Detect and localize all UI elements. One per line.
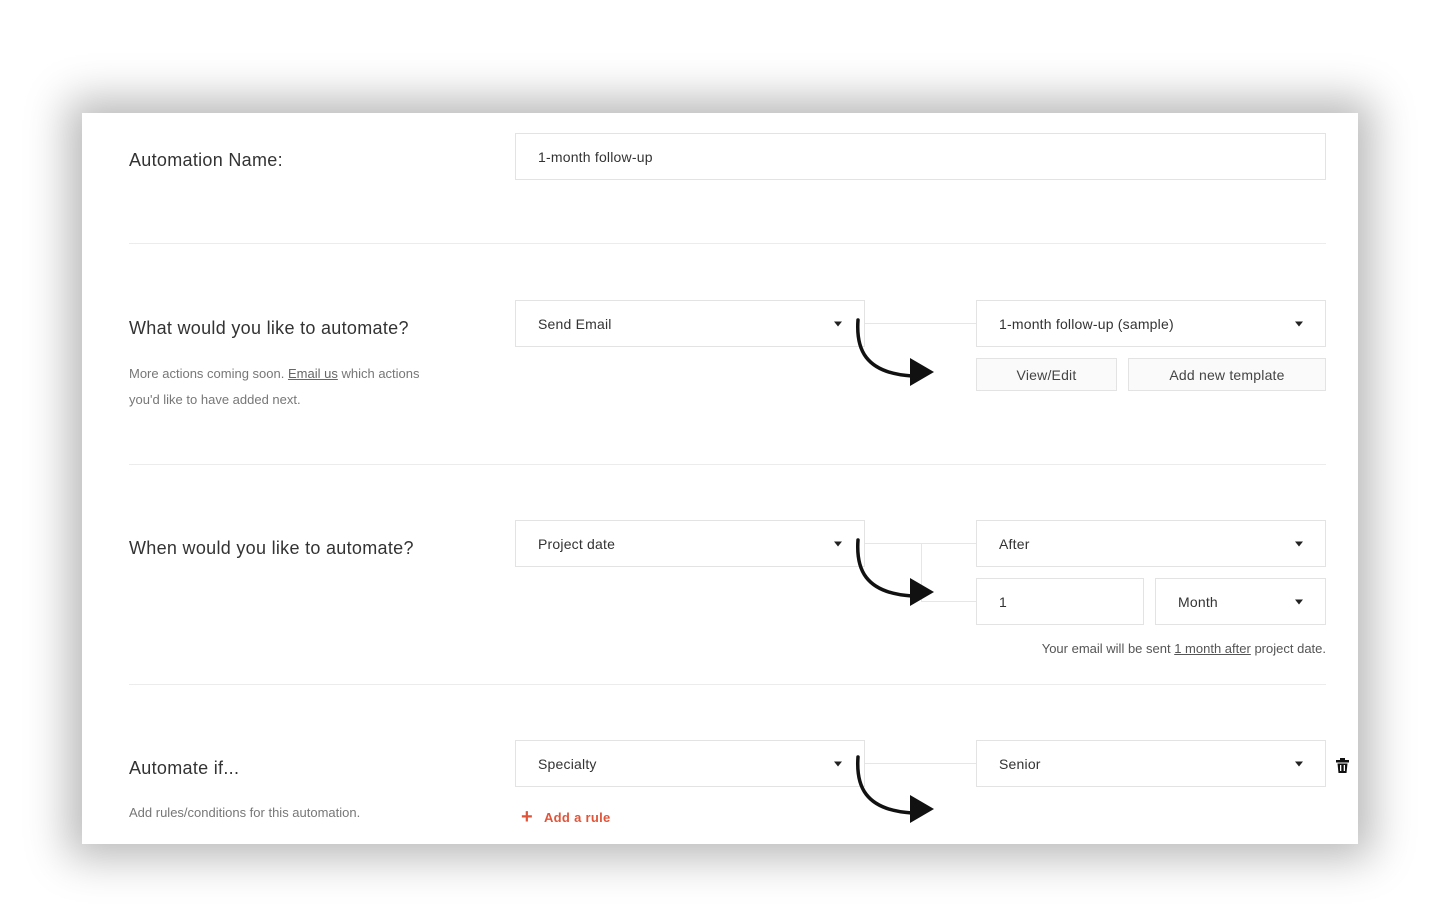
- section-divider: [129, 684, 1326, 685]
- summary-link[interactable]: 1 month after: [1174, 641, 1251, 656]
- curved-arrow-icon: [855, 318, 934, 386]
- amount-input[interactable]: 1: [976, 578, 1144, 625]
- what-help-text: More actions coming soon. Email us which…: [129, 361, 459, 413]
- section-divider: [129, 464, 1326, 465]
- what-help-suffix: which actions: [341, 366, 420, 381]
- caret-down-icon: [834, 321, 842, 326]
- timing-select-value: After: [999, 535, 1030, 552]
- condition-value-value: Senior: [999, 755, 1041, 772]
- schedule-summary: Your email will be sent 1 month after pr…: [1042, 641, 1326, 656]
- condition-field-select[interactable]: Specialty: [515, 740, 865, 787]
- email-us-link[interactable]: Email us: [288, 366, 338, 381]
- caret-down-icon: [1295, 541, 1303, 546]
- action-select-value: Send Email: [538, 315, 612, 332]
- condition-value-select[interactable]: Senior: [976, 740, 1326, 787]
- trigger-select[interactable]: Project date: [515, 520, 865, 567]
- caret-down-icon: [834, 761, 842, 766]
- curved-arrow-icon: [855, 538, 934, 606]
- action-select[interactable]: Send Email: [515, 300, 865, 347]
- add-template-button[interactable]: Add new template: [1128, 358, 1326, 391]
- caret-down-icon: [1295, 761, 1303, 766]
- automation-name-label: Automation Name:: [129, 150, 283, 170]
- caret-down-icon: [1295, 321, 1303, 326]
- automation-name-input[interactable]: 1-month follow-up: [515, 133, 1326, 180]
- what-help-prefix: More actions coming soon.: [129, 366, 285, 381]
- caret-down-icon: [1295, 599, 1303, 604]
- trigger-select-value: Project date: [538, 535, 616, 552]
- automation-form-card: Automation Name: 1-month follow-up What …: [82, 113, 1358, 844]
- summary-suffix: project date.: [1254, 641, 1326, 656]
- amount-input-value: 1: [999, 593, 1007, 610]
- condition-label: Automate if...: [129, 758, 240, 778]
- view-edit-button[interactable]: View/Edit: [976, 358, 1117, 391]
- add-rule-label: Add a rule: [543, 809, 611, 825]
- summary-prefix: Your email will be sent: [1041, 641, 1171, 656]
- section-divider: [129, 243, 1326, 244]
- condition-help-text: Add rules/conditions for this automation…: [129, 805, 361, 820]
- template-select-value: 1-month follow-up (sample): [999, 315, 1174, 332]
- automation-name-value: 1-month follow-up: [538, 148, 653, 165]
- curved-arrow-icon: [855, 755, 934, 823]
- condition-field-value: Specialty: [538, 755, 597, 772]
- what-help-line2: you'd like to have added next.: [129, 392, 301, 407]
- trash-icon[interactable]: [1336, 758, 1349, 773]
- timing-select[interactable]: After: [976, 520, 1326, 567]
- what-label: What would you like to automate?: [129, 318, 409, 338]
- template-select[interactable]: 1-month follow-up (sample): [976, 300, 1326, 347]
- when-label: When would you like to automate?: [129, 538, 414, 558]
- caret-down-icon: [834, 541, 842, 546]
- add-rule-button[interactable]: + Add a rule: [521, 807, 611, 827]
- unit-select[interactable]: Month: [1155, 578, 1326, 625]
- unit-select-value: Month: [1178, 593, 1218, 610]
- plus-icon: +: [521, 806, 533, 828]
